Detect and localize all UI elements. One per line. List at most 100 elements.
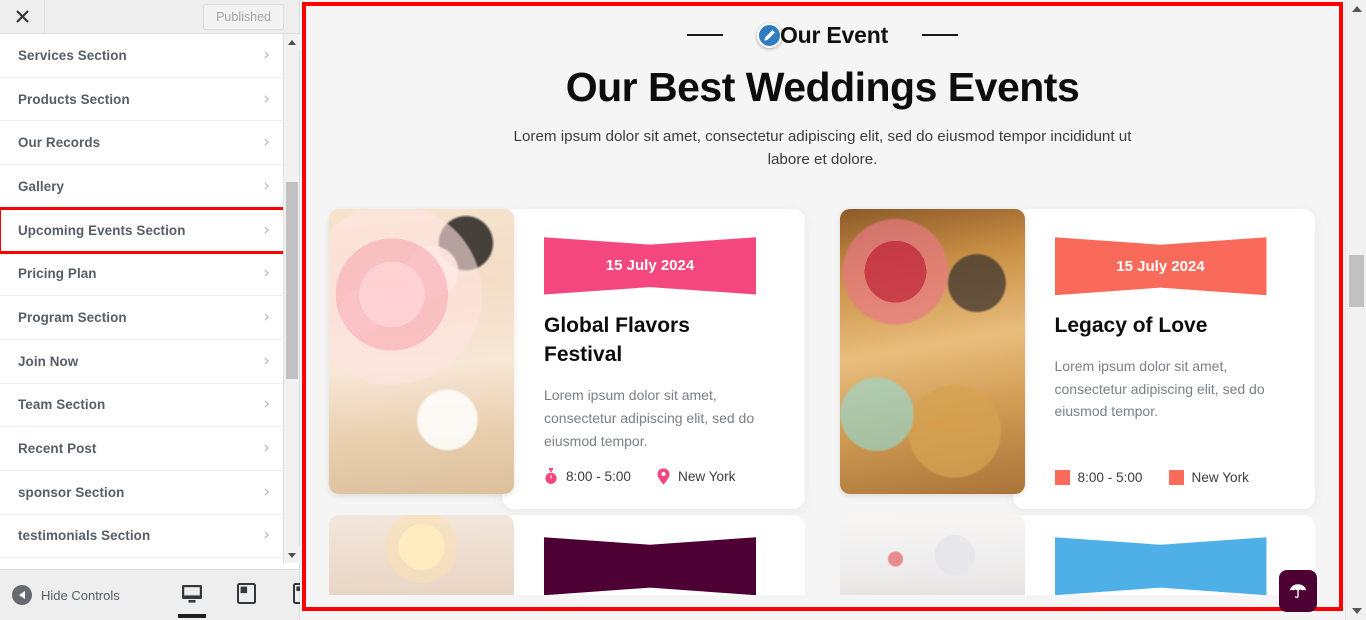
sidebar-footer: Hide Controls [0, 569, 307, 620]
eyebrow-label: Our Event [779, 21, 889, 48]
event-card-partial[interactable] [839, 515, 1315, 596]
customizer-sidebar: Published Services Section › Products Sect… [0, 0, 307, 620]
event-card-image [329, 209, 514, 495]
customizer-window: Published Services Section › Products Sect… [0, 0, 1366, 620]
sidebar-item-label: Services Section [18, 47, 127, 63]
event-card[interactable]: 15 July 2024 Global Flavors Festival Lorem… [329, 209, 805, 510]
event-date-ribbon: 15 July 2024 [1054, 237, 1267, 296]
sidebar-header: Published [0, 0, 299, 34]
square-placeholder-icon [1168, 470, 1184, 486]
sidebar-item-team-section[interactable]: Team Section › [0, 383, 284, 428]
hide-controls-label: Hide Controls [41, 587, 120, 603]
map-pin-icon [657, 468, 670, 485]
chevron-right-icon: › [263, 132, 270, 153]
chevron-right-icon: › [263, 44, 270, 65]
chevron-right-icon: › [263, 175, 270, 196]
square-placeholder-icon [1054, 470, 1070, 486]
close-icon [15, 10, 29, 23]
umbrella-glyph-icon [1289, 584, 1307, 599]
sidebar-item-label: Gallery [18, 178, 65, 194]
eyebrow-dash-right [922, 34, 959, 36]
sidebar-item-label: Recent Post [18, 441, 97, 457]
chevron-right-icon: › [263, 263, 270, 284]
sidebar-item-label: testimonials Section [18, 528, 151, 544]
sidebar-item-testimonials-section[interactable]: testimonials Section › [0, 514, 284, 559]
event-card[interactable]: 15 July 2024 Legacy of Love Lorem ipsum do… [839, 209, 1315, 510]
eyebrow-dash-left [686, 34, 723, 36]
device-tablet-button[interactable] [229, 574, 263, 618]
event-card-text: Lorem ipsum dolor sit amet, consectetur … [544, 387, 755, 449]
hide-controls-button[interactable]: Hide Controls [12, 585, 120, 605]
event-card-body: 15 July 2024 Legacy of Love Lorem ipsum do… [1012, 209, 1315, 510]
event-card-title: Global Flavors Festival [544, 313, 690, 367]
sidebar-item-label: Program Section [18, 309, 127, 325]
section-description: Lorem ipsum dolor sit amet, consectetur … [513, 128, 1132, 169]
event-time: 8:00 - 5:00 [1054, 470, 1143, 486]
event-card-title: Legacy of Love [1054, 314, 1208, 338]
event-time: 8:00 - 5:00 [544, 468, 631, 485]
sidebar-item-products-section[interactable]: Products Section › [0, 77, 284, 122]
section-title: Our Best Weddings Events [565, 64, 1080, 110]
event-time-label: 8:00 - 5:00 [1077, 470, 1143, 486]
sidebar-item-join-now[interactable]: Join Now › [0, 339, 284, 384]
sidebar-item-label: Team Section [18, 397, 106, 413]
event-card-meta: 8:00 - 5:00 New York [544, 468, 777, 485]
section-eyebrow: Our Event [300, 18, 1345, 52]
event-date-ribbon: 15 July 2024 [544, 237, 756, 295]
site-preview: Our Event Our Best Weddings Events Lorem… [300, 0, 1366, 620]
sidebar-item-services-section[interactable]: Services Section › [0, 34, 284, 78]
event-card-meta: 8:00 - 5:00 New York [1054, 470, 1288, 486]
chevron-right-icon: › [263, 481, 270, 502]
close-customizer-button[interactable] [0, 0, 45, 34]
event-cards-grid: 15 July 2024 Global Flavors Festival Lorem… [300, 171, 1345, 510]
device-desktop-button[interactable] [175, 574, 209, 618]
sidebar-item-sponsor-section[interactable]: sponsor Section › [0, 470, 284, 515]
stopwatch-icon [545, 468, 557, 485]
event-card-image [329, 515, 514, 596]
event-card-body [1012, 515, 1315, 596]
desktop-icon [182, 584, 202, 603]
scroll-to-top-button[interactable] [1279, 570, 1317, 612]
upcoming-events-section: Our Event Our Best Weddings Events Lorem… [300, 0, 1345, 596]
event-location-label: New York [678, 469, 736, 485]
event-location-label: New York [1191, 470, 1249, 486]
edit-shortcut-button[interactable] [756, 22, 782, 48]
sidebar-item-label: Pricing Plan [18, 266, 97, 282]
collapse-arrow-icon [12, 585, 32, 605]
event-card-image [839, 209, 1025, 495]
chevron-right-icon: › [263, 525, 270, 546]
event-date-ribbon [1054, 537, 1267, 596]
event-time-label: 8:00 - 5:00 [566, 469, 631, 485]
sidebar-scrollbar[interactable] [283, 34, 300, 563]
event-card-text: Lorem ipsum dolor sit amet, consectetur … [1054, 358, 1265, 420]
event-card-image [839, 515, 1025, 596]
event-card-partial[interactable] [329, 515, 805, 596]
chevron-right-icon: › [263, 219, 270, 240]
published-button[interactable]: Published [203, 4, 284, 30]
sidebar-item-label: Join Now [18, 353, 79, 369]
preview-scrollbar-thumb[interactable] [1349, 255, 1364, 307]
chevron-right-icon: › [263, 394, 270, 415]
sidebar-item-gallery[interactable]: Gallery › [0, 165, 284, 209]
sidebar-item-recent-post[interactable]: Recent Post › [0, 427, 284, 471]
event-card-body [502, 515, 805, 596]
sidebar-item-label: sponsor Section [18, 484, 125, 500]
sidebar-scrollbar-thumb[interactable] [286, 182, 298, 379]
preview-frame: Our Event Our Best Weddings Events Lorem… [300, 0, 1345, 620]
device-preview-buttons [175, 570, 317, 620]
tablet-icon [236, 583, 256, 604]
sidebar-item-upcoming-events-section[interactable]: Upcoming Events Section › [0, 206, 286, 255]
event-location: New York [657, 468, 735, 485]
sidebar-item-pricing-plan[interactable]: Pricing Plan › [0, 252, 284, 297]
preview-scrollbar[interactable] [1345, 0, 1366, 620]
sidebar-item-program-section[interactable]: Program Section › [0, 296, 284, 340]
sidebar-item-label: Our Records [18, 135, 101, 151]
preview-scroll-up-arrow[interactable] [1346, 0, 1366, 18]
sidebar-item-our-records[interactable]: Our Records › [0, 121, 284, 166]
sidebar-scroll-down-arrow[interactable] [284, 547, 300, 563]
preview-scroll-down-arrow[interactable] [1346, 602, 1366, 620]
chevron-right-icon: › [263, 350, 270, 371]
sidebar-scroll-up-arrow[interactable] [284, 34, 300, 50]
chevron-right-icon: › [263, 438, 270, 459]
pencil-icon [764, 29, 775, 41]
